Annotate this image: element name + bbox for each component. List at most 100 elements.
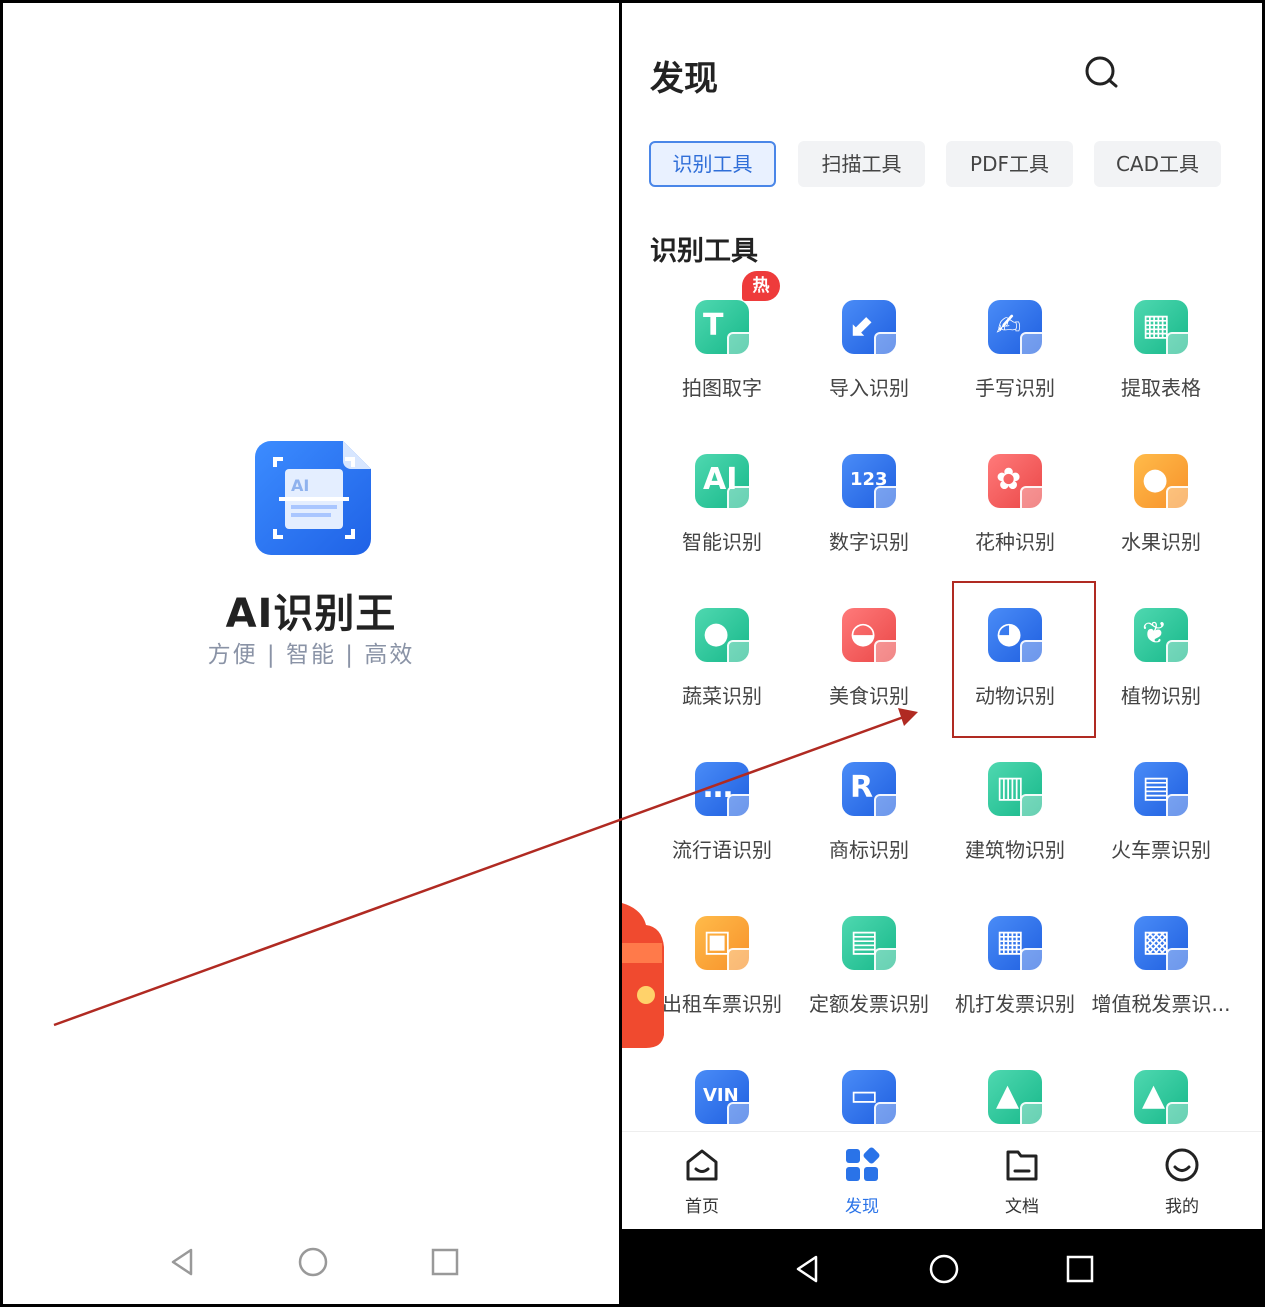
tab-documents[interactable]: 文档: [972, 1146, 1072, 1226]
tab-profile-label: 我的: [1165, 1197, 1199, 1217]
scan-frame-icon: [727, 640, 757, 670]
tool-icon: ▣: [695, 916, 757, 978]
scan-frame-icon: [727, 948, 757, 978]
scan-frame-icon: [1166, 486, 1196, 516]
tool-label: 手写识别: [975, 376, 1055, 400]
tool-item[interactable]: AI 智能识别: [649, 454, 795, 574]
tool-item[interactable]: ✿ 花种识别: [942, 454, 1088, 574]
scan-frame-icon: [874, 486, 904, 516]
scan-frame-icon: [1166, 332, 1196, 362]
search-icon[interactable]: [1082, 53, 1122, 93]
back-icon[interactable]: [788, 1249, 828, 1289]
tool-glyph: ●: [1142, 462, 1169, 497]
tool-label: 植物识别: [1121, 684, 1201, 708]
tool-item[interactable]: ▤ 定额发票识别: [796, 916, 942, 1036]
app-name: AI识别王: [225, 591, 397, 637]
discover-screen: 发现 识别工具 扫描工具 PDF工具 CAD工具 识别工具 T 拍图取字 ⬋ 导入识别…: [619, 0, 1265, 1307]
tab-discover[interactable]: 发现: [812, 1146, 912, 1226]
tool-label: 增值税发票识...: [1091, 992, 1231, 1016]
tool-item[interactable]: ▩ 增值税发票识...: [1088, 916, 1234, 1036]
home-button-icon[interactable]: [924, 1249, 964, 1289]
tab-home[interactable]: 首页: [652, 1146, 752, 1226]
tool-item[interactable]: ✍ 手写识别: [942, 300, 1088, 420]
tool-item[interactable]: R 商标识别: [796, 762, 942, 882]
bottom-tabbar: 首页 发现 文档 我的: [622, 1131, 1262, 1229]
scan-frame-icon: [1020, 332, 1050, 362]
tool-glyph: ❦: [1142, 616, 1168, 651]
tab-discover-label: 发现: [845, 1197, 879, 1217]
back-icon[interactable]: [163, 1242, 203, 1282]
home-button-icon[interactable]: [293, 1242, 333, 1282]
scan-frame-icon: [874, 332, 904, 362]
tool-icon: ▲: [988, 1070, 1050, 1132]
tool-label: 定额发票识别: [809, 992, 929, 1016]
tool-glyph: ✍: [996, 308, 1022, 343]
scan-frame-icon: [727, 794, 757, 824]
tool-glyph: T: [703, 308, 724, 343]
tool-label: 机打发票识别: [955, 992, 1075, 1016]
tool-item[interactable]: … 流行语识别: [649, 762, 795, 882]
tool-icon: 123: [842, 454, 904, 516]
tab-cad-tools[interactable]: CAD工具: [1094, 141, 1221, 187]
scan-frame-icon: [1166, 794, 1196, 824]
discover-icon: [846, 1147, 880, 1181]
tab-home-label: 首页: [685, 1197, 719, 1217]
tool-icon: ❦: [1134, 608, 1196, 670]
scan-frame-icon: [874, 948, 904, 978]
tool-item[interactable]: ▦ 机打发票识别: [942, 916, 1088, 1036]
tab-documents-label: 文档: [1005, 1197, 1039, 1217]
tool-item[interactable]: ⬋ 导入识别: [796, 300, 942, 420]
tool-icon: ●: [695, 608, 757, 670]
splash-screen: AI AI识别王 方便 | 智能 | 高效: [0, 0, 622, 1307]
tool-icon: ▤: [842, 916, 904, 978]
tool-item[interactable]: ❦ 植物识别: [1088, 608, 1234, 728]
scan-frame-icon: [874, 640, 904, 670]
tool-icon: ✿: [988, 454, 1050, 516]
tool-label: 数字识别: [829, 530, 909, 554]
hot-badge: 热: [742, 271, 780, 301]
tab-recognition-tools[interactable]: 识别工具: [649, 141, 776, 187]
home-icon: [686, 1149, 718, 1181]
tool-glyph: ▲: [996, 1078, 1020, 1113]
tool-icon: ●: [1134, 454, 1196, 516]
tool-item[interactable]: ▣ 出租车票识别: [649, 916, 795, 1036]
tool-icon: ▩: [1134, 916, 1196, 978]
tab-pdf-tools[interactable]: PDF工具: [946, 141, 1073, 187]
tool-item[interactable]: ● 水果识别: [1088, 454, 1234, 574]
tool-icon: ▦: [1134, 300, 1196, 362]
tool-item[interactable]: ● 蔬菜识别: [649, 608, 795, 728]
scan-frame-icon: [1166, 1102, 1196, 1132]
highlight-box: [952, 581, 1096, 738]
tool-label: 水果识别: [1121, 530, 1201, 554]
tool-label: 美食识别: [829, 684, 909, 708]
tool-label: 提取表格: [1121, 376, 1201, 400]
system-navbar-dark: [622, 1229, 1262, 1304]
tool-icon: T: [695, 300, 757, 362]
tool-item[interactable]: 123 数字识别: [796, 454, 942, 574]
tool-icon: R: [842, 762, 904, 824]
scan-frame-icon: [1020, 1102, 1050, 1132]
recents-icon[interactable]: [425, 1242, 465, 1282]
tool-item[interactable]: ◒ 美食识别: [796, 608, 942, 728]
tab-profile[interactable]: 我的: [1132, 1146, 1232, 1226]
scan-frame-icon: [727, 486, 757, 516]
scan-frame-icon: [1020, 486, 1050, 516]
tool-label: 商标识别: [829, 838, 909, 862]
scan-frame-icon: [727, 332, 757, 362]
tab-scan-tools[interactable]: 扫描工具: [798, 141, 925, 187]
tool-item[interactable]: ▥ 建筑物识别: [942, 762, 1088, 882]
tool-label: 建筑物识别: [965, 838, 1065, 862]
tool-item[interactable]: T 拍图取字: [649, 300, 795, 420]
red-packet-icon[interactable]: [622, 903, 666, 1048]
profile-icon: [1165, 1148, 1199, 1182]
tool-item[interactable]: ▦ 提取表格: [1088, 300, 1234, 420]
section-title: 识别工具: [650, 236, 758, 267]
tool-icon: ▭: [842, 1070, 904, 1132]
recents-icon[interactable]: [1060, 1249, 1100, 1289]
tool-glyph: ✿: [996, 462, 1022, 497]
tool-label: 流行语识别: [672, 838, 772, 862]
scan-frame-icon: [727, 1102, 757, 1132]
tool-icon: ✍: [988, 300, 1050, 362]
tool-item[interactable]: ▤ 火车票识别: [1088, 762, 1234, 882]
tool-label: 导入识别: [829, 376, 909, 400]
